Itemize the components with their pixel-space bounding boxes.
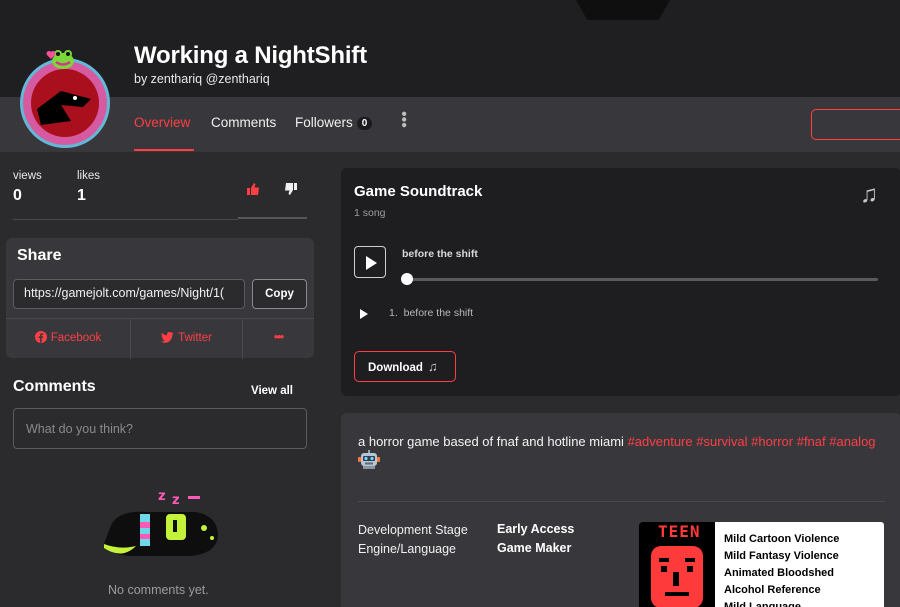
tab-followers-label: Followers: [295, 115, 353, 130]
description-text: a horror game based of fnaf and hotline …: [358, 434, 624, 449]
developer-byline[interactable]: by zenthariq @zenthariq: [134, 72, 270, 86]
follow-button[interactable]: [811, 109, 900, 140]
song-count: 1 song: [354, 207, 386, 219]
robot-emoji-icon: [358, 450, 380, 469]
rating-badge-label: TEEN: [658, 522, 701, 541]
tab-comments[interactable]: Comments: [211, 115, 276, 130]
game-description: a horror game based of fnaf and hotline …: [358, 432, 888, 452]
views-label: views: [13, 170, 42, 182]
facebook-icon: [34, 331, 47, 343]
dev-stage-value[interactable]: Early Access: [497, 522, 574, 536]
comment-input[interactable]: What do you think?: [13, 408, 307, 449]
teen-rating-badge: TEEN: [639, 522, 715, 607]
seek-handle[interactable]: [401, 273, 413, 285]
details-divider: [358, 501, 885, 502]
track-title: before the shift: [403, 307, 474, 319]
svg-text:z: z: [158, 489, 166, 504]
twitter-label: Twitter: [178, 332, 212, 344]
engine-value[interactable]: Game Maker: [497, 541, 571, 555]
more-options-icon[interactable]: •••: [395, 111, 412, 128]
share-url-input[interactable]: https://gamejolt.com/games/Night/1(: [13, 279, 245, 309]
copy-button[interactable]: Copy: [252, 279, 307, 309]
download-soundtrack-button[interactable]: Download ♫: [354, 351, 456, 382]
sleeping-creature-illustration: z z: [104, 489, 218, 556]
likes-value: 1: [77, 187, 86, 204]
content-rating-box: TEEN Mild Cartoon Violence Mild Fantasy …: [639, 522, 884, 607]
stats-divider: [13, 219, 238, 220]
music-note-icon: ♫: [427, 359, 438, 374]
twitter-icon: [161, 331, 174, 343]
comments-title: Comments: [13, 378, 96, 395]
thumbs-down-icon[interactable]: [284, 182, 298, 196]
svg-text:z: z: [172, 493, 180, 508]
share-buttons-row: Facebook Twitter •••: [6, 318, 314, 359]
tab-overview[interactable]: Overview: [134, 115, 190, 130]
current-song-name: before the shift: [402, 248, 478, 260]
music-note-icon: ♫: [860, 181, 878, 208]
track-play-icon[interactable]: [360, 309, 368, 319]
rating-descriptor: Mild Fantasy Violence: [724, 550, 839, 562]
active-tab-indicator: [134, 149, 194, 151]
facebook-share-button[interactable]: Facebook: [6, 319, 130, 359]
followers-count-badge: 0: [356, 116, 373, 130]
teen-face-icon: [651, 546, 703, 607]
facebook-label: Facebook: [50, 332, 102, 344]
seek-bar[interactable]: [405, 278, 878, 281]
hashtag-fnaf[interactable]: #fnaf: [797, 434, 826, 449]
no-comments-text: No comments yet.: [108, 583, 209, 597]
engine-label: Engine/Language: [358, 542, 457, 556]
soundtrack-title: Game Soundtrack: [354, 183, 483, 200]
track-list-item[interactable]: 1. before the shift: [389, 307, 473, 319]
twitter-share-button[interactable]: Twitter: [130, 319, 242, 359]
thumbs-up-icon[interactable]: [246, 182, 260, 196]
rating-descriptor: Mild Cartoon Violence: [724, 533, 840, 545]
view-all-comments-link[interactable]: View all: [251, 385, 293, 397]
views-value: 0: [13, 187, 22, 204]
dev-stage-label: Development Stage: [358, 523, 468, 537]
heart-icon: [46, 51, 56, 59]
hashtag-adventure[interactable]: #adventure: [628, 434, 693, 449]
download-label: Download: [368, 362, 423, 374]
more-share-button[interactable]: •••: [242, 319, 314, 359]
avatar-creature-art: [37, 91, 91, 125]
likes-label: likes: [77, 170, 101, 182]
play-icon: [366, 256, 377, 270]
hashtag-survival[interactable]: #survival: [696, 434, 747, 449]
tab-followers[interactable]: Followers 0: [295, 115, 373, 130]
rating-descriptor: Mild Language: [724, 601, 801, 607]
rating-descriptors: Mild Cartoon Violence Mild Fantasy Viole…: [724, 531, 839, 607]
track-number: 1.: [389, 307, 398, 319]
rating-descriptor: Alcohol Reference: [724, 584, 821, 596]
rating-descriptor: Animated Bloodshed: [724, 567, 835, 579]
game-title: Working a NightShift: [134, 42, 367, 69]
hashtag-horror[interactable]: #horror: [751, 434, 793, 449]
play-button[interactable]: [354, 246, 386, 278]
game-avatar[interactable]: [20, 58, 110, 148]
vote-ratio-bar: [238, 217, 307, 219]
top-notch: [576, 0, 670, 20]
share-title: Share: [17, 247, 62, 264]
hashtag-analog[interactable]: #analog: [829, 434, 875, 449]
